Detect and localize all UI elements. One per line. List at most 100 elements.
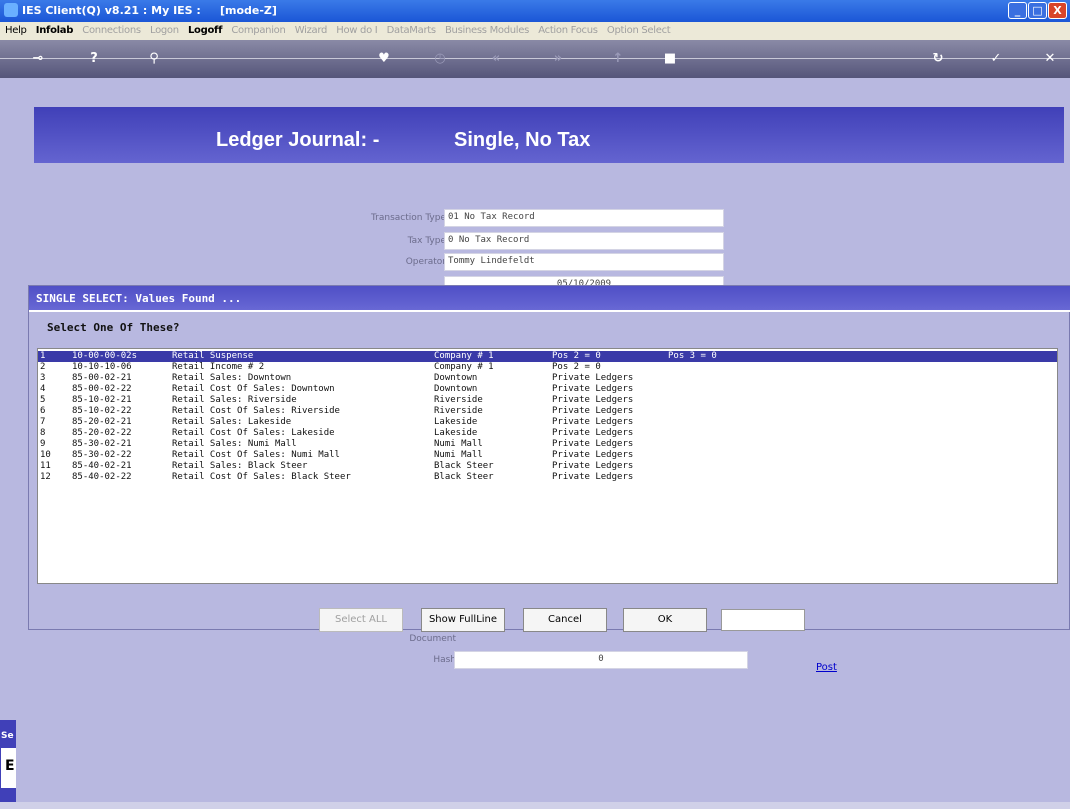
search-icon[interactable]: ⚲	[144, 49, 164, 69]
transaction-type-label: Transaction Type	[370, 213, 446, 223]
single-select-dialog: SINGLE SELECT: Values Found ... Select O…	[28, 285, 1070, 632]
menu-help[interactable]: Help	[5, 25, 27, 36]
list-cell: 85-10-02-22	[72, 406, 132, 416]
help-icon[interactable]: ?	[84, 49, 104, 69]
list-item[interactable]: 12 85-40-02-22 Retail Cost Of Sales: Black…	[38, 472, 1057, 483]
list-cell: 85-10-02-21	[72, 395, 132, 405]
list-cell: Retail Sales: Numi Mall	[172, 439, 297, 449]
close-window-button[interactable]: X	[1048, 2, 1067, 19]
list-cell: Private Ledgers	[552, 384, 634, 394]
list-cell: Retail Cost Of Sales: Black Steer	[172, 472, 351, 482]
list-cell: Retail Sales: Riverside	[172, 395, 297, 405]
list-cell: 8	[40, 428, 46, 438]
list-cell: 10-10-10-06	[72, 362, 132, 372]
refresh-icon[interactable]: ↻	[928, 49, 948, 69]
list-item[interactable]: 2 10-10-10-06 Retail Income # 2 Company # 1…	[38, 362, 1057, 373]
list-cell: 9	[40, 439, 46, 449]
list-cell: Riverside	[434, 395, 483, 405]
left-side-panel[interactable]: Se E	[0, 720, 16, 802]
menu-logon[interactable]: Logon	[150, 25, 179, 36]
menu-bar: Help Infolab Connections Logon Logoff Co…	[0, 22, 1070, 40]
list-cell: Private Ledgers	[552, 461, 634, 471]
list-cell: 85-30-02-21	[72, 439, 132, 449]
hash-field[interactable]: 0	[454, 651, 748, 669]
maximize-button[interactable]: □	[1028, 2, 1047, 19]
list-cell: 3	[40, 373, 46, 383]
document-label: Document	[409, 634, 456, 644]
list-cell: Pos 2 = 0	[552, 362, 601, 372]
menu-option-select[interactable]: Option Select	[607, 25, 671, 36]
forward-icon[interactable]: »	[548, 49, 568, 69]
menu-logoff[interactable]: Logoff	[188, 25, 222, 36]
list-cell: 6	[40, 406, 46, 416]
list-cell: Retail Sales: Black Steer	[172, 461, 308, 471]
menu-infolab[interactable]: Infolab	[36, 25, 74, 36]
list-cell: 85-30-02-22	[72, 450, 132, 460]
list-item[interactable]: 1 10-00-00-02s Retail Suspense Company # 1 P…	[38, 351, 1057, 362]
close-icon[interactable]: ✕	[1040, 49, 1060, 69]
rewind-icon[interactable]: «	[486, 49, 506, 69]
list-cell: Downtown	[434, 373, 478, 383]
key-icon[interactable]: ⊸	[28, 49, 48, 69]
menu-connections[interactable]: Connections	[82, 25, 141, 36]
transaction-type-field[interactable]: 01 No Tax Record	[444, 209, 724, 227]
dialog-divider	[29, 310, 1070, 312]
post-link[interactable]: Post	[816, 662, 837, 673]
stop-icon[interactable]: ■	[660, 49, 680, 69]
show-full-line-button[interactable]: Show FullLine	[421, 608, 505, 632]
operator-field[interactable]: Tommy Lindefeldt	[444, 253, 724, 271]
list-cell: Downtown	[434, 384, 478, 394]
left-panel-label: Se	[1, 731, 14, 741]
list-item[interactable]: 7 85-20-02-21 Retail Sales: Lakeside Lakesi…	[38, 417, 1057, 428]
jump-icon[interactable]: ↑	[608, 49, 628, 69]
list-item[interactable]: 9 85-30-02-21 Retail Sales: Numi Mall Numi …	[38, 439, 1057, 450]
list-cell: Black Steer	[434, 472, 494, 482]
menu-how-do-i[interactable]: How do I	[336, 25, 378, 36]
list-cell: 85-20-02-22	[72, 428, 132, 438]
heart-icon[interactable]: ♥	[374, 49, 394, 69]
list-item[interactable]: 10 85-30-02-22 Retail Cost Of Sales: Numi …	[38, 450, 1057, 461]
list-item[interactable]: 6 85-10-02-22 Retail Cost Of Sales: Rivers…	[38, 406, 1057, 417]
list-cell: 10-00-00-02s	[72, 351, 138, 361]
toolbar: ⊸ ? ⚲ ♥ ◷ « » ↑ ■ ↻ ✓ ✕	[0, 40, 1070, 78]
status-bar	[0, 802, 1070, 809]
minimize-button[interactable]: _	[1008, 2, 1027, 19]
page-title: Ledger Journal: -	[216, 129, 380, 151]
menu-datamarts[interactable]: DataMarts	[387, 25, 436, 36]
list-cell: 85-20-02-21	[72, 417, 132, 427]
list-item[interactable]: 5 85-10-02-21 Retail Sales: Riverside River…	[38, 395, 1057, 406]
page-subtitle: Single, No Tax	[454, 129, 591, 151]
values-list[interactable]: 1 10-00-00-02s Retail Suspense Company # 1 P…	[37, 348, 1058, 584]
dialog-prompt: Select One Of These?	[47, 321, 180, 334]
dialog-search-input[interactable]	[721, 609, 805, 631]
list-item[interactable]: 8 85-20-02-22 Retail Cost Of Sales: Lakesi…	[38, 428, 1057, 439]
list-cell: Retail Cost Of Sales: Downtown	[172, 384, 335, 394]
list-cell: 85-40-02-21	[72, 461, 132, 471]
list-cell: Retail Income # 2	[172, 362, 265, 372]
list-item[interactable]: 3 85-00-02-21 Retail Sales: Downtown Downto…	[38, 373, 1057, 384]
list-cell: Private Ledgers	[552, 472, 634, 482]
list-cell: Retail Sales: Lakeside	[172, 417, 292, 427]
menu-business-modules[interactable]: Business Modules	[445, 25, 529, 36]
left-panel-body: E	[1, 748, 16, 788]
list-cell: Company # 1	[434, 351, 494, 361]
list-cell: 85-00-02-22	[72, 384, 132, 394]
dialog-title: SINGLE SELECT: Values Found ...	[36, 292, 242, 305]
select-all-button[interactable]: Select ALL	[319, 608, 403, 632]
window-title: IES Client(Q) v8.21 : My IES : [mode-Z]	[22, 4, 277, 17]
list-cell: Retail Suspense	[172, 351, 254, 361]
list-item[interactable]: 4 85-00-02-22 Retail Cost Of Sales: Downto…	[38, 384, 1057, 395]
menu-companion[interactable]: Companion	[231, 25, 286, 36]
ok-button[interactable]: OK	[623, 608, 707, 632]
list-cell: 4	[40, 384, 46, 394]
tax-type-field[interactable]: 0 No Tax Record	[444, 232, 724, 250]
clock-icon[interactable]: ◷	[430, 49, 450, 69]
check-icon[interactable]: ✓	[986, 49, 1006, 69]
left-panel-letter: E	[5, 758, 15, 774]
dialog-title-bar: SINGLE SELECT: Values Found ...	[29, 286, 1070, 310]
list-cell: Retail Cost Of Sales: Numi Mall	[172, 450, 340, 460]
cancel-button[interactable]: Cancel	[523, 608, 607, 632]
list-item[interactable]: 11 85-40-02-21 Retail Sales: Black Steer Bl…	[38, 461, 1057, 472]
menu-action-focus[interactable]: Action Focus	[538, 25, 598, 36]
menu-wizard[interactable]: Wizard	[295, 25, 328, 36]
